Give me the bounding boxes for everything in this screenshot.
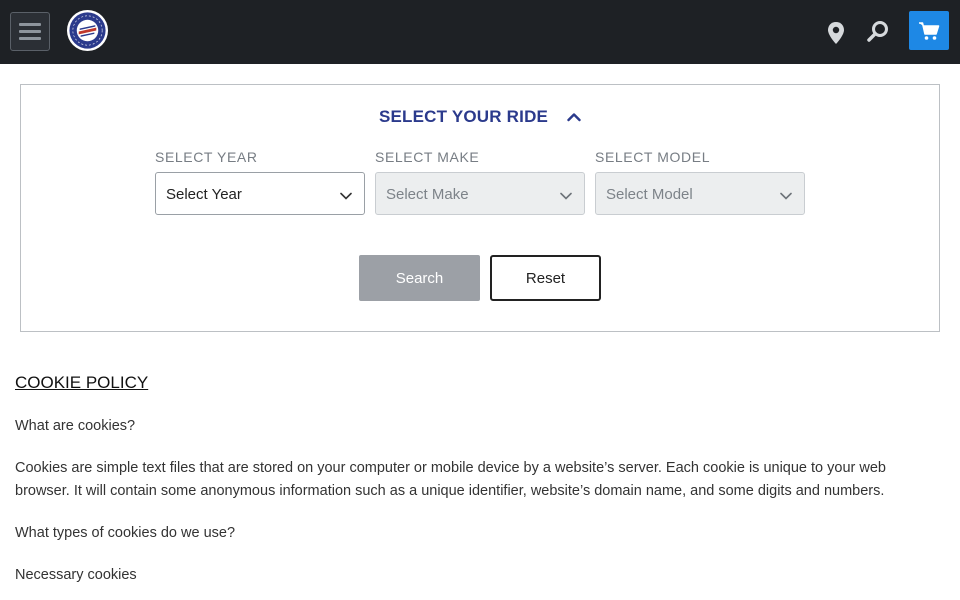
policy-paragraph: Cookies are simple text files that are s… (15, 460, 886, 499)
hamburger-menu-button[interactable] (10, 12, 50, 51)
seat-concepts-logo[interactable] (66, 9, 109, 52)
model-label: SELECT MODEL (595, 149, 711, 165)
chevron-down-icon (780, 192, 792, 200)
policy-heading: COOKIE POLICY (15, 373, 149, 392)
search-icon[interactable] (867, 20, 889, 42)
make-select-value: Select Make (386, 186, 469, 203)
year-select-value: Select Year (166, 186, 242, 203)
ride-selector-title: SELECT YOUR RIDE (378, 106, 549, 126)
policy-question-what: What are cookies? (15, 418, 136, 434)
map-pin-icon[interactable] (826, 21, 846, 45)
model-select-value: Select Model (606, 186, 693, 203)
policy-subheading-necessary: Necessary cookies (15, 567, 137, 583)
top-navbar (0, 0, 960, 64)
ride-selector-panel: SELECT YOUR RIDE SELECT YEAR SELECT MAKE… (20, 84, 940, 332)
reset-button[interactable]: Reset (490, 255, 601, 301)
make-select[interactable]: Select Make (375, 172, 585, 215)
year-select[interactable]: Select Year (155, 172, 365, 215)
cart-icon (919, 21, 940, 40)
chevron-down-icon (340, 192, 352, 200)
chevron-down-icon (560, 192, 572, 200)
policy-question-types: What types of cookies do we use? (15, 525, 236, 541)
year-label: SELECT YEAR (155, 149, 258, 165)
hamburger-icon (19, 23, 41, 26)
search-button[interactable]: Search (359, 255, 480, 301)
make-label: SELECT MAKE (375, 149, 480, 165)
cart-button[interactable] (909, 11, 949, 50)
model-select[interactable]: Select Model (595, 172, 805, 215)
ride-selector-toggle[interactable]: SELECT YOUR RIDE (21, 106, 939, 127)
chevron-up-icon (567, 112, 581, 121)
